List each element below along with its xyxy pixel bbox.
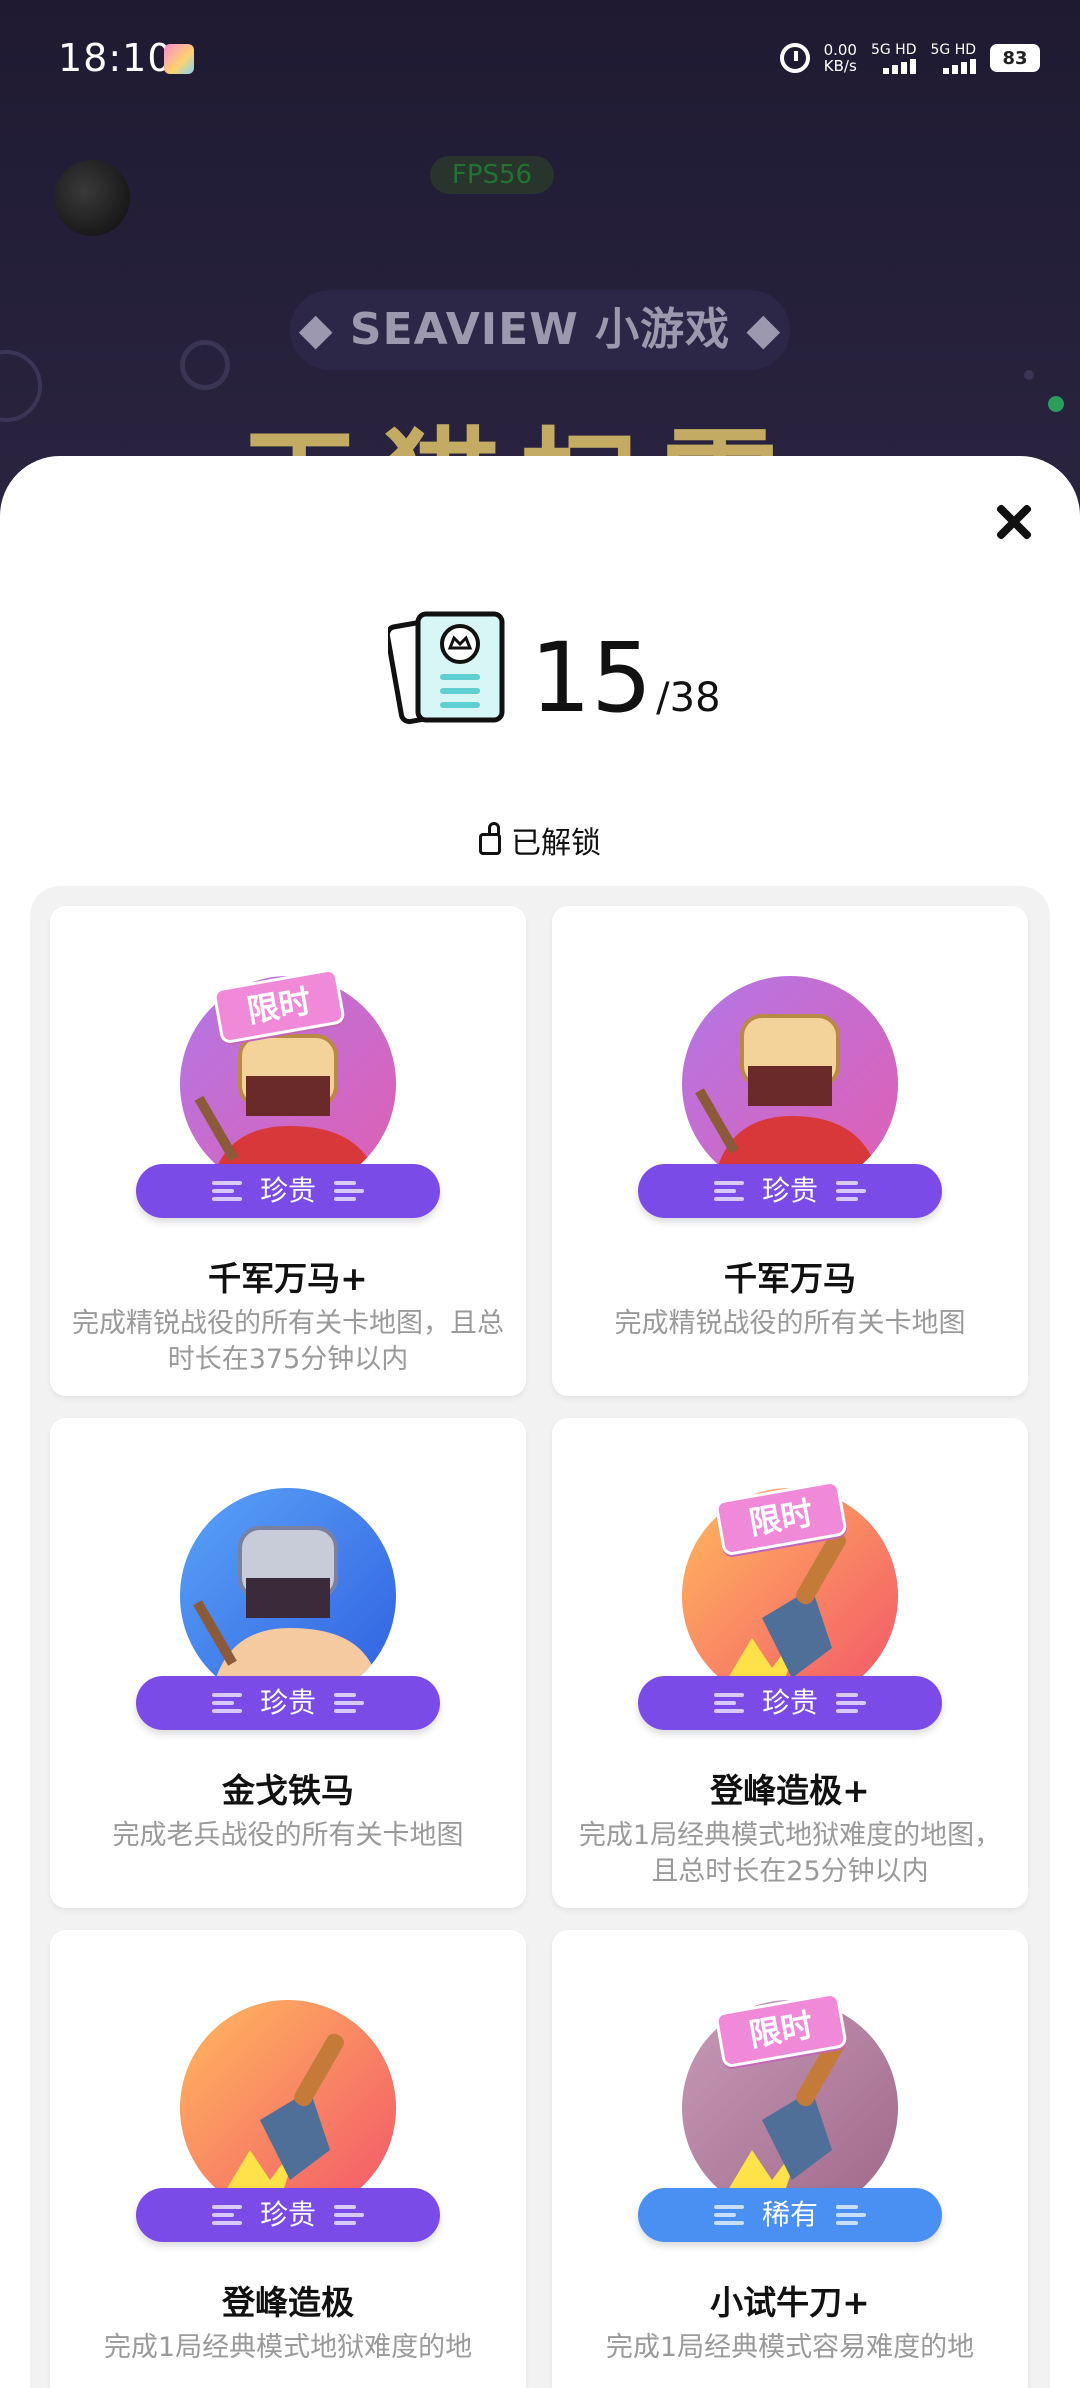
achievement-description: 完成精锐战役的所有关卡地图，且总时长在375分钟以内 (72, 1308, 504, 1375)
unlocked-section-header: 已解锁 (0, 818, 1080, 862)
rarity-label: 珍贵 (259, 2198, 316, 2231)
rarity-badge: 珍贵 (638, 1164, 942, 1218)
rarity-label: 稀有 (761, 2198, 818, 2231)
network-speed-value: 0.00 (823, 41, 857, 59)
rarity-badge: 珍贵 (136, 1164, 440, 1218)
rarity-label: 珍贵 (761, 1686, 818, 1719)
achievement-description: 完成精锐战役的所有关卡地图 (614, 1308, 966, 1339)
knight-emblem-icon (682, 976, 898, 1192)
decor-ring (180, 340, 230, 390)
achievements-sheet: 15 /38 已解锁 限时 珍贵 千军万马+ 完成精锐战役的所有关卡地图，且总时… (0, 456, 1080, 2388)
achievement-title: 登峰造极+ (710, 1771, 870, 1810)
achievement-card[interactable]: 限时 珍贵 登峰造极+ 完成1局经典模式地狱难度的地图，且总时长在25分钟以内 (552, 1418, 1028, 1908)
status-icons: 0.00 KB/s 5G HD 5G HD 83 (779, 38, 1040, 78)
rarity-label: 珍贵 (259, 1174, 316, 1207)
achievement-title: 小试牛刀+ (710, 2283, 870, 2322)
decor-dot (1024, 370, 1034, 380)
achievement-card[interactable]: 珍贵 千军万马 完成精锐战役的所有关卡地图 (552, 906, 1028, 1396)
achievement-grid: 限时 珍贵 千军万马+ 完成精锐战役的所有关卡地图，且总时长在375分钟以内 珍… (30, 886, 1050, 2388)
achievement-badge (682, 976, 898, 1192)
battery-icon: 83 (990, 44, 1040, 72)
achievement-card-icon (388, 611, 505, 725)
achievement-card[interactable]: 限时 稀有 小试牛刀+ 完成1局经典模式容易难度的地 (552, 1930, 1028, 2388)
achievement-title: 登峰造极 (222, 2283, 354, 2322)
achievement-card[interactable]: 限时 珍贵 千军万马+ 完成精锐战役的所有关卡地图，且总时长在375分钟以内 (50, 906, 526, 1396)
decor-ring (0, 350, 42, 422)
rarity-badge: 珍贵 (136, 1676, 440, 1730)
unlocked-count: 15 (530, 622, 653, 734)
game-app-icon (164, 44, 194, 74)
achievement-title: 千军万马+ (208, 1259, 368, 1298)
achievement-description: 完成1局经典模式地狱难度的地 (103, 2332, 473, 2363)
achievement-counter: 15 /38 (388, 596, 721, 726)
total-count: /38 (656, 675, 721, 721)
achievement-description: 完成1局经典模式地狱难度的地图，且总时长在25分钟以内 (578, 1820, 1002, 1887)
shovel-emblem-icon (180, 2000, 396, 2216)
close-icon[interactable] (992, 500, 1036, 544)
network-speed: 0.00 KB/s (824, 42, 857, 74)
rarity-badge: 珍贵 (638, 1676, 942, 1730)
rarity-label: 珍贵 (259, 1686, 316, 1719)
game-title-pill: ◆ SEAVIEW 小游戏 ◆ (290, 290, 790, 370)
signal-icon-sim2: 5G HD (930, 43, 976, 74)
alarm-icon (779, 43, 810, 73)
achievement-description: 完成1局经典模式容易难度的地 (605, 2332, 975, 2363)
achievement-card[interactable]: 珍贵 金戈铁马 完成老兵战役的所有关卡地图 (50, 1418, 526, 1908)
fps-counter: FPS56 (430, 156, 554, 194)
signal-icon-sim1: 5G HD (871, 43, 917, 74)
sim1-label: 5G HD (870, 41, 917, 58)
avatar[interactable] (54, 160, 130, 236)
decor-dot (1048, 396, 1064, 412)
achievement-card[interactable]: 珍贵 登峰造极 完成1局经典模式地狱难度的地 (50, 1930, 526, 2388)
unlock-icon (479, 822, 501, 855)
sim2-label: 5G HD (930, 41, 976, 58)
status-time: 18:10 (58, 36, 173, 80)
achievement-badge (180, 2000, 396, 2216)
rarity-label: 珍贵 (761, 1174, 818, 1207)
rarity-badge: 稀有 (638, 2188, 942, 2242)
knight-emblem-icon (180, 1488, 396, 1704)
rarity-badge: 珍贵 (136, 2188, 440, 2242)
achievement-title: 金戈铁马 (222, 1771, 354, 1810)
achievement-title: 千军万马 (724, 1259, 856, 1298)
network-speed-unit: KB/s (823, 57, 857, 75)
status-bar: 18:10 0.00 KB/s 5G HD 5G HD 83 (0, 0, 1080, 120)
game-background: 18:10 0.00 KB/s 5G HD 5G HD 83 FPS56 ◆ S… (0, 0, 1080, 520)
achievement-badge (180, 1488, 396, 1704)
unlocked-section-label: 已解锁 (511, 826, 601, 861)
achievement-description: 完成老兵战役的所有关卡地图 (112, 1820, 464, 1851)
